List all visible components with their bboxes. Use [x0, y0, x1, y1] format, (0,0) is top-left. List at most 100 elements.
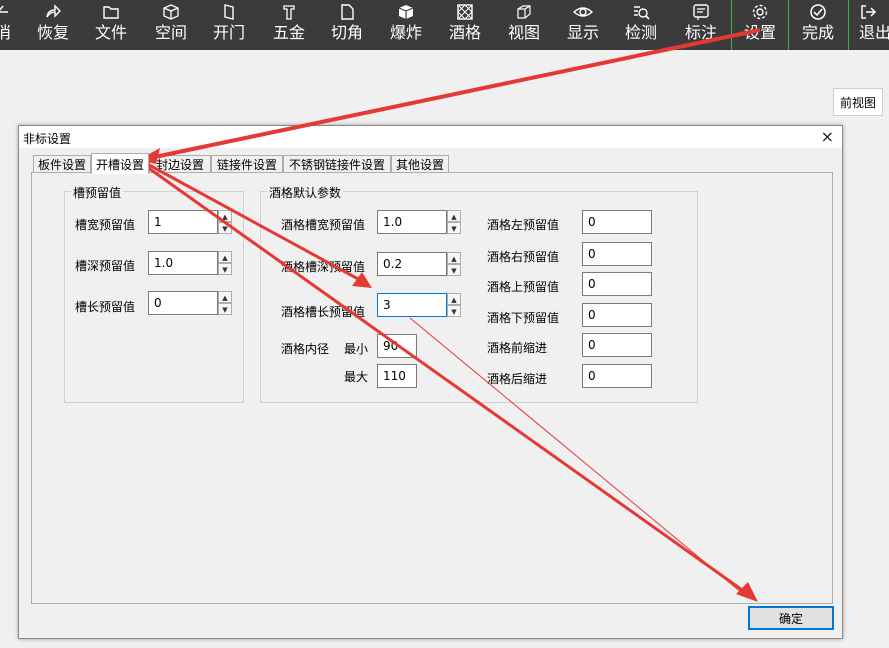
tab-other-settings[interactable]: 其他设置 — [391, 155, 449, 173]
explode-icon — [397, 0, 415, 24]
cut-corner-button[interactable]: 切角 — [326, 0, 368, 50]
slot-settings-panel: 槽预留值 槽宽预留值 1 ▲ ▼ 槽深预留值 1.0 ▲ ▼ 槽长预留值 0 ▲ ▼ … — [31, 172, 833, 604]
dialog-titlebar: 非标设置 × — [19, 126, 842, 148]
tab-slot-settings[interactable]: 开槽设置 — [91, 153, 149, 174]
main-toolbar: 消 恢复 文件 空间 开门 五金 切角 爆炸 酒格 视图 显示 检测 标注 设置… — [0, 0, 889, 50]
wine-left-reserve-label: 酒格左预留值 — [487, 218, 560, 232]
close-icon[interactable]: × — [821, 128, 834, 146]
exit-icon — [859, 0, 877, 24]
slot-depth-label: 槽深预留值 — [75, 259, 136, 273]
check-circle-icon — [809, 0, 827, 24]
wine-front-indent-input[interactable]: 0 — [582, 333, 652, 357]
cut-corner-label: 切角 — [330, 23, 363, 42]
file-label: 文件 — [94, 23, 127, 42]
hardware-label: 五金 — [272, 23, 305, 42]
wine-slot-depth-input[interactable]: 0.2 — [377, 252, 447, 276]
wine-bottom-reserve-input[interactable]: 0 — [582, 303, 652, 327]
wine-min-input[interactable]: 90 — [377, 334, 417, 358]
slot-depth-spinner[interactable]: ▲ ▼ — [218, 251, 232, 275]
tab-edge-settings[interactable]: 封边设置 — [149, 155, 211, 173]
view-button[interactable]: 视图 — [503, 0, 545, 50]
space-label: 空间 — [154, 23, 187, 42]
exit-label: 退出 — [859, 23, 889, 42]
wine-back-indent-label: 酒格后缩进 — [487, 372, 548, 386]
wine-max-input[interactable]: 110 — [377, 364, 417, 388]
cube-icon — [162, 0, 180, 24]
wine-slot-width-input[interactable]: 1.0 — [377, 210, 447, 234]
slot-reserve-group: 槽预留值 槽宽预留值 1 ▲ ▼ 槽深预留值 1.0 ▲ ▼ 槽长预留值 0 ▲ ▼ — [64, 184, 244, 403]
inspect-icon — [632, 0, 650, 24]
inspect-label: 检测 — [624, 23, 657, 42]
explode-button[interactable]: 爆炸 — [385, 0, 427, 50]
display-button[interactable]: 显示 — [562, 0, 604, 50]
dialog-title: 非标设置 — [23, 132, 72, 146]
wine-front-indent-label: 酒格前缩进 — [487, 341, 548, 355]
slot-width-label: 槽宽预留值 — [75, 218, 136, 232]
wine-min-label: 最小 — [344, 342, 369, 356]
wine-grid-group: 酒格默认参数 酒格槽宽预留值 1.0 ▲ ▼ 酒格槽深预留值 0.2 ▲ ▼ 酒格槽… — [260, 184, 698, 403]
explode-label: 爆炸 — [389, 23, 422, 42]
redo-label: 恢复 — [36, 23, 69, 42]
eye-icon — [573, 0, 593, 24]
space-button[interactable]: 空间 — [150, 0, 192, 50]
inspect-button[interactable]: 检测 — [620, 0, 662, 50]
annotate-button[interactable]: 标注 — [680, 0, 722, 50]
tab-connector-settings[interactable]: 链接件设置 — [211, 155, 283, 173]
view-label: 视图 — [507, 23, 540, 42]
view-cube-icon — [515, 0, 533, 24]
tab-panel-settings[interactable]: 板件设置 — [33, 155, 91, 173]
folder-icon — [102, 0, 120, 24]
wine-top-reserve-input[interactable]: 0 — [582, 272, 652, 296]
wine-slot-depth-label: 酒格槽深预留值 — [281, 260, 366, 274]
annotate-icon — [692, 0, 710, 24]
hardware-button[interactable]: 五金 — [268, 0, 310, 50]
wine-right-reserve-label: 酒格右预留值 — [487, 250, 560, 264]
front-view-tab[interactable]: 前视图 — [833, 88, 883, 116]
wine-slot-length-input[interactable]: 3 — [377, 293, 447, 317]
gear-icon — [751, 0, 769, 24]
redo-icon — [44, 0, 62, 24]
undo-icon — [0, 0, 12, 24]
slot-width-spinner[interactable]: ▲ ▼ — [218, 210, 232, 234]
display-label: 显示 — [566, 23, 599, 42]
cut-corner-icon — [339, 0, 355, 24]
slot-reserve-title: 槽预留值 — [71, 184, 124, 201]
wine-inner-diameter-label: 酒格内径 — [281, 342, 330, 356]
undo-label: 消 — [0, 23, 11, 42]
redo-button[interactable]: 恢复 — [32, 0, 74, 50]
finish-button[interactable]: 完成 — [797, 0, 839, 50]
settings-label: 设置 — [743, 23, 776, 42]
wine-slot-width-spinner[interactable]: ▲ ▼ — [447, 210, 461, 234]
annotate-label: 标注 — [684, 23, 717, 42]
door-icon — [221, 0, 237, 24]
wine-grid-label: 酒格 — [448, 23, 481, 42]
ok-button[interactable]: 确定 — [748, 606, 834, 630]
wine-slot-length-spinner[interactable]: ▲ ▼ — [447, 293, 461, 317]
tab-stainless-connector-settings[interactable]: 不锈钢链接件设置 — [283, 155, 391, 173]
exit-button[interactable]: 退出 — [859, 0, 889, 50]
wine-left-reserve-input[interactable]: 0 — [582, 210, 652, 234]
open-door-button[interactable]: 开门 — [208, 0, 250, 50]
undo-button[interactable]: 消 — [0, 0, 14, 50]
slot-length-input[interactable]: 0 — [148, 291, 218, 315]
wine-right-reserve-input[interactable]: 0 — [582, 242, 652, 266]
file-button[interactable]: 文件 — [90, 0, 132, 50]
wine-top-reserve-label: 酒格上预留值 — [487, 280, 560, 294]
slot-length-spinner[interactable]: ▲ ▼ — [218, 291, 232, 315]
slot-width-input[interactable]: 1 — [148, 210, 218, 234]
toolbar-separator — [848, 0, 849, 50]
wine-max-label: 最大 — [344, 370, 369, 384]
settings-dialog: 非标设置 × 板件设置 开槽设置 封边设置 链接件设置 不锈钢链接件设置 其他设… — [18, 125, 843, 639]
open-door-label: 开门 — [212, 23, 245, 42]
wine-slot-width-label: 酒格槽宽预留值 — [281, 218, 366, 232]
settings-button[interactable]: 设置 — [739, 0, 781, 50]
slot-length-label: 槽长预留值 — [75, 300, 136, 314]
wine-grid-icon — [456, 0, 474, 24]
wine-slot-length-label: 酒格槽长预留值 — [281, 305, 366, 319]
wine-slot-depth-spinner[interactable]: ▲ ▼ — [447, 252, 461, 276]
wine-grid-title: 酒格默认参数 — [267, 184, 344, 201]
slot-depth-input[interactable]: 1.0 — [148, 251, 218, 275]
wine-grid-button[interactable]: 酒格 — [444, 0, 486, 50]
wine-bottom-reserve-label: 酒格下预留值 — [487, 311, 560, 325]
wine-back-indent-input[interactable]: 0 — [582, 364, 652, 388]
